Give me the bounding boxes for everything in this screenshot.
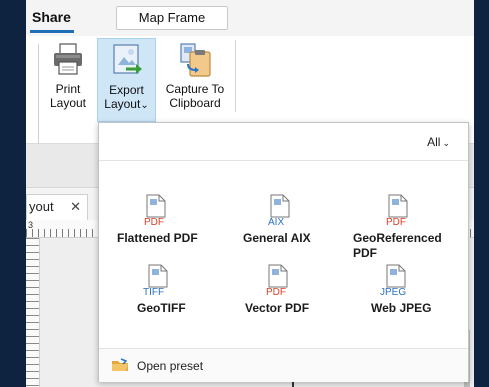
- format-filter-label: All: [427, 135, 441, 149]
- aix-file-icon: AIX: [268, 194, 290, 227]
- chevron-down-icon: ⌄: [442, 138, 450, 148]
- format-label: Flattened PDF: [117, 231, 198, 245]
- vertical-ruler: [26, 238, 40, 387]
- layout-view-tab[interactable]: yout ✕: [26, 194, 88, 220]
- chevron-down-icon: ⌄: [140, 100, 149, 111]
- print-layout-label-line1: Print: [55, 82, 81, 96]
- menu-header: All ⌄: [99, 123, 468, 161]
- format-badge: PDF: [386, 217, 406, 227]
- close-icon[interactable]: ✕: [70, 195, 81, 219]
- ribbon-divider: [235, 40, 236, 112]
- export-layout-menu: All⌄ PDF Flattened PDF AIX General AIX: [98, 122, 469, 382]
- format-label: Vector PDF: [245, 301, 310, 315]
- format-badge: PDF: [266, 287, 286, 297]
- printer-icon: [54, 43, 82, 75]
- pdf-file-icon: PDF: [386, 194, 408, 227]
- format-filter-dropdown[interactable]: All ⌄: [427, 135, 450, 149]
- export-layout-icon: [112, 44, 142, 74]
- folder-icon: [112, 358, 128, 371]
- format-badge: PDF: [144, 217, 164, 227]
- print-layout-label-line2: Layout: [49, 96, 87, 110]
- export-layout-label-line2: Layout: [104, 97, 141, 111]
- ribbon-tabs: Share Map Frame: [26, 0, 474, 36]
- jpeg-file-icon: JPEG: [380, 264, 406, 297]
- export-layout-button[interactable]: Export Layout⌄: [97, 38, 156, 122]
- open-preset-label: Open preset: [137, 359, 204, 373]
- format-label: General AIX: [243, 231, 311, 245]
- layout-tab-label: yout: [29, 199, 54, 214]
- tab-share[interactable]: Share: [32, 9, 71, 25]
- format-badge: AIX: [268, 217, 284, 227]
- export-layout-label-line1: Export: [109, 83, 144, 97]
- pdf-file-icon: PDF: [266, 264, 288, 297]
- format-label: GeoReferenced PDF: [353, 231, 442, 260]
- clipboard-icon: [180, 43, 211, 77]
- active-tab-underline: [30, 30, 74, 33]
- format-label: Web JPEG: [371, 301, 432, 315]
- export-format-grid: PDF Flattened PDF AIX General AIX PDF Ge…: [99, 161, 468, 341]
- format-label: GeoTIFF: [137, 301, 186, 315]
- capture-to-clipboard-button[interactable]: Capture To Clipboard: [158, 38, 232, 122]
- pdf-file-icon: PDF: [144, 194, 166, 227]
- capture-label-line1: Capture To: [165, 82, 225, 96]
- tiff-file-icon: TIFF: [143, 264, 168, 297]
- print-layout-button[interactable]: Print Layout: [40, 38, 96, 122]
- tab-map-frame[interactable]: Map Frame: [116, 6, 228, 30]
- format-badge: TIFF: [143, 287, 164, 297]
- format-badge: JPEG: [380, 287, 406, 297]
- ribbon-divider: [38, 44, 39, 144]
- open-preset-button[interactable]: Open preset: [99, 348, 468, 382]
- capture-label-line2: Clipboard: [169, 96, 221, 110]
